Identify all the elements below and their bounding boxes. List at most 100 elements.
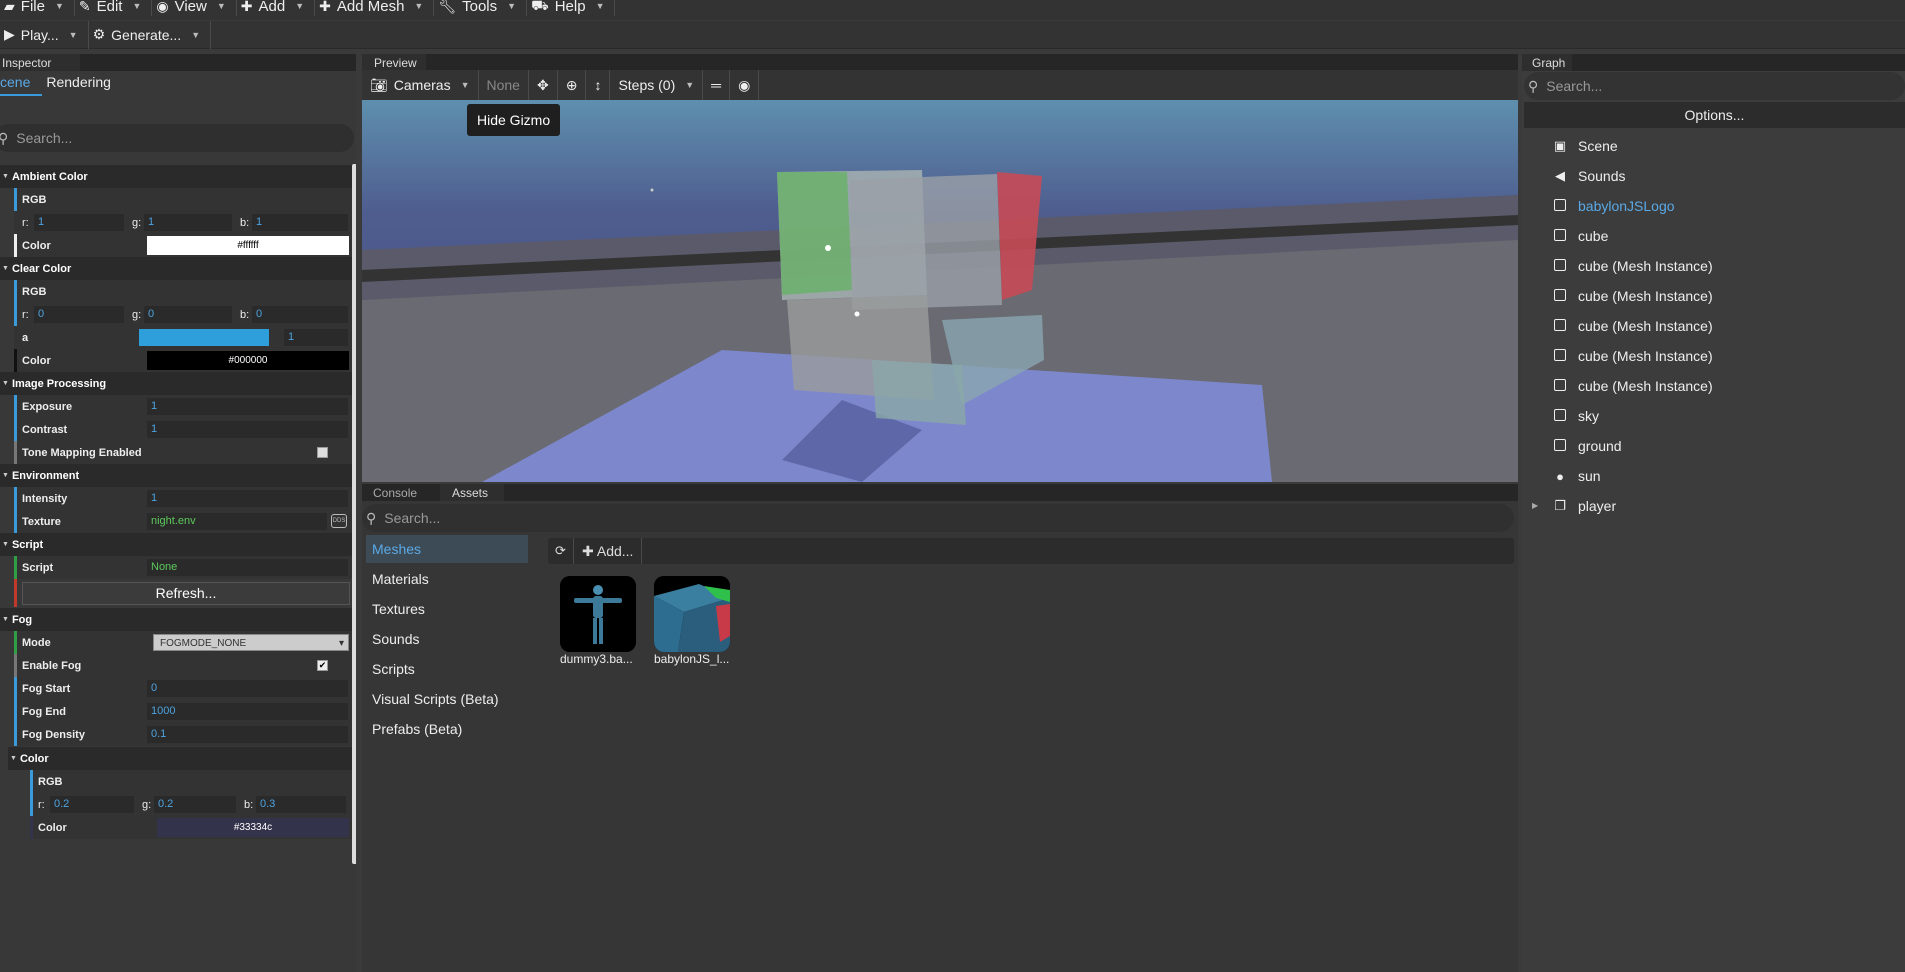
asset-thumbnail-babylonjs[interactable] bbox=[654, 576, 730, 652]
alpha-field[interactable]: 1 bbox=[284, 329, 348, 346]
section-fog-color[interactable]: ▼ Color bbox=[8, 747, 352, 770]
section-environment[interactable]: ▼ Environment bbox=[0, 464, 352, 487]
chevron-down-icon: ▼ bbox=[2, 541, 9, 548]
category-prefabs[interactable]: Prefabs (Beta) bbox=[366, 715, 528, 743]
asset-thumbnail-dummy3[interactable] bbox=[560, 576, 636, 652]
ambient-g-field[interactable]: 1 bbox=[144, 214, 232, 231]
tab-inspector[interactable]: Inspector bbox=[0, 54, 80, 71]
graph-item-babylonjslogo[interactable]: babylonJSLogo bbox=[1552, 191, 1675, 221]
menu-edit[interactable]: ✎ Edit ▼ bbox=[75, 0, 153, 16]
tone-mapping-checkbox[interactable] bbox=[317, 447, 328, 458]
graph-options-button[interactable]: Options... bbox=[1524, 102, 1905, 128]
tab-assets[interactable]: Assets bbox=[440, 484, 504, 501]
graph-item-cube-instance[interactable]: cube (Mesh Instance) bbox=[1552, 281, 1713, 311]
graph-item-sun[interactable]: ● sun bbox=[1552, 461, 1601, 491]
exposure-field[interactable]: 1 bbox=[147, 398, 348, 415]
script-field[interactable]: None bbox=[147, 559, 348, 576]
fog-g-field[interactable]: 0.2 bbox=[154, 796, 236, 813]
chevron-down-icon: ▼ bbox=[595, 1, 605, 11]
ambient-r-field[interactable]: 1 bbox=[34, 214, 124, 231]
category-textures[interactable]: Textures bbox=[366, 595, 528, 623]
play-button[interactable]: ▶ Play... ▼ bbox=[0, 20, 89, 49]
graph-item-cube-instance[interactable]: cube (Mesh Instance) bbox=[1552, 311, 1713, 341]
fog-density-field[interactable]: 0.1 bbox=[147, 726, 348, 743]
contrast-field[interactable]: 1 bbox=[147, 421, 348, 438]
fog-color-swatch[interactable]: #33334c bbox=[157, 818, 349, 837]
tab-console[interactable]: Console bbox=[362, 484, 440, 501]
clear-g-field[interactable]: 0 bbox=[144, 306, 232, 323]
clear-b-field[interactable]: 0 bbox=[252, 306, 348, 323]
category-scripts[interactable]: Scripts bbox=[366, 655, 528, 683]
section-clear-color[interactable]: ▼ Clear Color bbox=[0, 257, 352, 280]
ambient-color-swatch[interactable]: #ffffff bbox=[147, 236, 349, 255]
play-icon: ▶ bbox=[4, 26, 15, 42]
steps-dropdown[interactable]: Steps (0) ▼ bbox=[610, 70, 704, 100]
ambient-b-field[interactable]: 1 bbox=[252, 214, 348, 231]
texture-preview-icon[interactable]: DDS bbox=[331, 514, 347, 528]
eye-icon: ◉ bbox=[156, 0, 169, 14]
assets-search[interactable]: ⚲ Search... bbox=[362, 504, 1514, 532]
texture-field[interactable]: night.env bbox=[147, 513, 327, 530]
speaker-icon: ◀ bbox=[1555, 168, 1565, 183]
menu-add-mesh[interactable]: ✚ Add Mesh ▼ bbox=[315, 0, 435, 16]
chevron-down-icon: ▼ bbox=[460, 80, 470, 90]
menu-file[interactable]: ▰ File ▼ bbox=[0, 0, 75, 16]
enable-fog-checkbox[interactable]: ✔ bbox=[317, 660, 328, 671]
category-visual-scripts[interactable]: Visual Scripts (Beta) bbox=[366, 685, 528, 713]
menu-help[interactable]: ⛟ Help ▼ bbox=[527, 0, 616, 16]
graph-item-sky[interactable]: sky bbox=[1552, 401, 1599, 431]
menu-tools[interactable]: 🔧︎ Tools ▼ bbox=[434, 0, 528, 16]
scene-viewport[interactable] bbox=[362, 100, 1518, 482]
tab-preview[interactable]: Preview bbox=[362, 54, 426, 71]
category-materials[interactable]: Materials bbox=[366, 565, 528, 593]
play-toolbar: ▶ Play... ▼ ⚙ Generate... ▼ bbox=[0, 20, 1905, 49]
plus-icon: ✚ bbox=[582, 543, 597, 559]
move-gizmo-button[interactable]: ✥ bbox=[529, 70, 558, 100]
graph-item-cube-instance[interactable]: cube (Mesh Instance) bbox=[1552, 251, 1713, 281]
tab-rendering[interactable]: Rendering bbox=[46, 70, 123, 96]
tab-scene[interactable]: cene bbox=[0, 70, 43, 96]
category-meshes[interactable]: Meshes bbox=[366, 535, 528, 563]
section-script[interactable]: ▼ Script bbox=[0, 533, 352, 556]
inspector-scrollbar[interactable] bbox=[352, 164, 356, 864]
graph-item-cube[interactable]: cube bbox=[1552, 221, 1608, 251]
fog-r-field[interactable]: 0.2 bbox=[50, 796, 134, 813]
generate-button[interactable]: ⚙ Generate... ▼ bbox=[89, 20, 212, 49]
refresh-assets-button[interactable]: ⟳ bbox=[548, 538, 574, 564]
mesh-icon bbox=[1552, 348, 1568, 364]
gizmo-none-button[interactable]: None bbox=[479, 70, 529, 100]
menu-add[interactable]: ✚ Add ▼ bbox=[237, 0, 316, 16]
graph-item-player[interactable]: ❐ player bbox=[1552, 491, 1616, 521]
inspector-search[interactable]: ⚲ Search... bbox=[0, 124, 354, 152]
section-ambient-color[interactable]: ▼ Ambient Color bbox=[0, 165, 352, 188]
graph-item-cube-instance[interactable]: cube (Mesh Instance) bbox=[1552, 341, 1713, 371]
refresh-button[interactable]: Refresh... bbox=[22, 582, 350, 605]
graph-item-scene[interactable]: ▣ Scene bbox=[1552, 131, 1618, 161]
alpha-slider[interactable] bbox=[139, 329, 269, 346]
mesh-icon bbox=[1552, 318, 1568, 334]
category-sounds[interactable]: Sounds bbox=[366, 625, 528, 653]
fog-start-field[interactable]: 0 bbox=[147, 680, 348, 697]
section-fog[interactable]: ▼ Fog bbox=[0, 608, 352, 631]
graph-item-ground[interactable]: ground bbox=[1552, 431, 1622, 461]
graph-item-sounds[interactable]: ◀ Sounds bbox=[1552, 161, 1625, 191]
expand-arrow-icon[interactable]: ▶ bbox=[1532, 501, 1538, 510]
intensity-field[interactable]: 1 bbox=[147, 490, 348, 507]
scale-gizmo-button[interactable]: ↕ bbox=[586, 70, 611, 100]
clear-r-field[interactable]: 0 bbox=[34, 306, 124, 323]
fog-b-field[interactable]: 0.3 bbox=[256, 796, 346, 813]
clear-color-swatch[interactable]: #000000 bbox=[147, 351, 349, 370]
rotate-gizmo-button[interactable]: ⊕ bbox=[558, 70, 587, 100]
grid-toggle-button[interactable]: ═ bbox=[703, 70, 731, 100]
cameras-dropdown[interactable]: 📷︎ Cameras ▼ bbox=[362, 70, 479, 100]
add-asset-button[interactable]: ✚ Add... bbox=[574, 538, 643, 564]
section-image-processing[interactable]: ▼ Image Processing bbox=[0, 372, 352, 395]
visibility-toggle-button[interactable]: ◉ bbox=[730, 70, 760, 100]
graph-item-cube-instance[interactable]: cube (Mesh Instance) bbox=[1552, 371, 1713, 401]
graph-search[interactable]: ⚲ Search... bbox=[1524, 72, 1905, 100]
fog-end-field[interactable]: 1000 bbox=[147, 703, 348, 720]
tab-graph[interactable]: Graph bbox=[1522, 54, 1572, 71]
mesh-icon bbox=[1552, 228, 1568, 244]
menu-view[interactable]: ◉ View ▼ bbox=[152, 0, 237, 16]
fog-mode-select[interactable]: FOGMODE_NONE ▾ bbox=[153, 634, 349, 651]
